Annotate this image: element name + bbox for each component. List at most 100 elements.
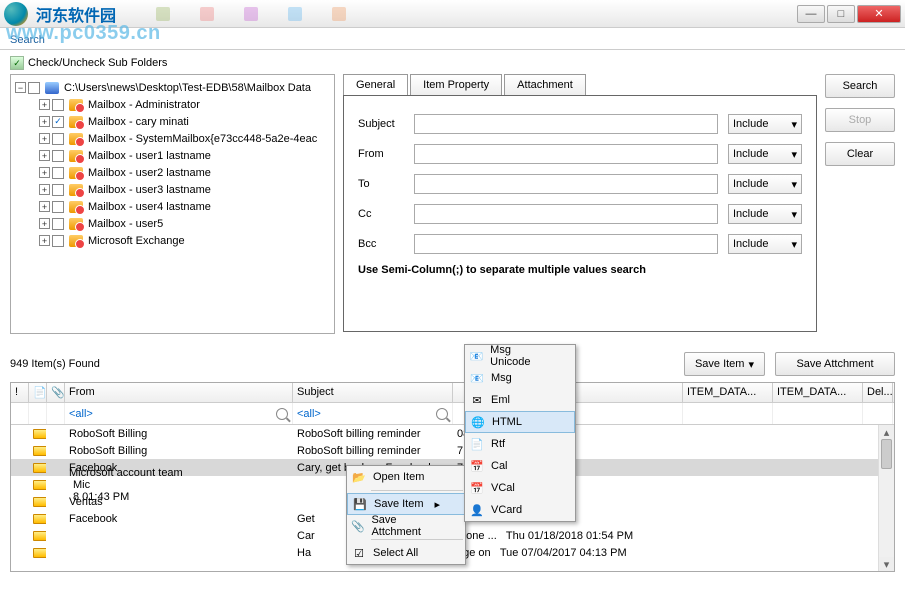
expand-icon[interactable]: +: [39, 218, 50, 229]
tree-checkbox[interactable]: [52, 150, 64, 162]
format-submenu: 📧Msg Unicode📧Msg✉Eml🌐HTML📄Rtf📅Cal📅VCal👤V…: [464, 344, 576, 522]
tree-checkbox[interactable]: [52, 218, 64, 230]
filter-subject[interactable]: <all>: [293, 403, 453, 424]
col-itemdata2[interactable]: ITEM_DATA...: [773, 383, 863, 402]
input-cc[interactable]: [414, 204, 718, 224]
table-row[interactable]: RoboSoft Billing RoboSoft billing remind…: [11, 425, 894, 442]
tree-item[interactable]: + Mailbox - user4 lastname: [13, 198, 332, 215]
ctx-save-item[interactable]: 💾Save Item▸: [347, 493, 465, 515]
format-icon: 📧: [469, 348, 484, 364]
label-subject: Subject: [358, 118, 414, 130]
mail-icon: [33, 446, 47, 456]
format-icon: 👤: [469, 502, 485, 518]
expand-icon[interactable]: +: [39, 184, 50, 195]
fmt-eml[interactable]: ✉Eml: [465, 389, 575, 411]
scroll-down-icon[interactable]: ▾: [879, 557, 894, 571]
table-row[interactable]: RoboSoft Billing RoboSoft billing remind…: [11, 442, 894, 459]
expand-icon[interactable]: +: [39, 167, 50, 178]
logo-icon: [4, 2, 28, 26]
grid-scrollbar[interactable]: ▴ ▾: [878, 425, 894, 571]
expand-icon[interactable]: +: [39, 116, 50, 127]
expand-icon[interactable]: +: [39, 133, 50, 144]
save-item-button[interactable]: Save Item▾: [684, 352, 765, 376]
format-icon: 📅: [469, 458, 485, 474]
mail-icon: [33, 548, 47, 558]
tree-checkbox[interactable]: [52, 133, 64, 145]
label-cc: Cc: [358, 208, 414, 220]
tree-checkbox[interactable]: [28, 82, 40, 94]
col-itemdata1[interactable]: ITEM_DATA...: [683, 383, 773, 402]
tree-item[interactable]: + Mailbox - Administrator: [13, 96, 332, 113]
tree-checkbox[interactable]: ✓: [52, 116, 64, 128]
stop-button[interactable]: Stop: [825, 108, 895, 132]
tree-checkbox[interactable]: [52, 99, 64, 111]
cell-subject: RoboSoft billing reminder: [293, 445, 453, 457]
tree-root[interactable]: − C:\Users\news\Desktop\Test-EDB\58\Mail…: [13, 79, 332, 96]
tree-root-label: C:\Users\news\Desktop\Test-EDB\58\Mailbo…: [64, 82, 311, 94]
minimize-button[interactable]: —: [797, 5, 825, 23]
check-subfolders-row[interactable]: ✓ Check/Uncheck Sub Folders: [0, 50, 905, 74]
tree-item[interactable]: + Mailbox - user1 lastname: [13, 147, 332, 164]
fmt-vcal[interactable]: 📅VCal: [465, 477, 575, 499]
chevron-down-icon: ▾: [791, 148, 797, 161]
fmt-html[interactable]: 🌐HTML: [465, 411, 575, 433]
tree-item-label: Mailbox - user1 lastname: [88, 150, 211, 162]
ctx-open-item[interactable]: 📂Open Item: [347, 466, 465, 488]
tab-item-property[interactable]: Item Property: [410, 74, 502, 95]
expand-icon[interactable]: +: [39, 201, 50, 212]
collapse-icon[interactable]: −: [15, 82, 26, 93]
expand-icon[interactable]: +: [39, 235, 50, 246]
expand-icon[interactable]: +: [39, 99, 50, 110]
close-button[interactable]: ✕: [857, 5, 901, 23]
tab-search[interactable]: Search: [2, 31, 53, 49]
clear-button[interactable]: Clear: [825, 142, 895, 166]
subject-include-drop[interactable]: Include▾: [728, 114, 802, 134]
ctx-select-all[interactable]: ☑Select All: [347, 542, 465, 564]
to-include-drop[interactable]: Include▾: [728, 174, 802, 194]
tree-item[interactable]: + Mailbox - user5: [13, 215, 332, 232]
from-include-drop[interactable]: Include▾: [728, 144, 802, 164]
ctx-save-attachment[interactable]: 📎Save Attchment: [347, 515, 465, 537]
cc-include-drop[interactable]: Include▾: [728, 204, 802, 224]
scroll-up-icon[interactable]: ▴: [879, 425, 894, 439]
format-icon: 📧: [469, 370, 485, 386]
col-flag[interactable]: !: [11, 383, 29, 402]
fmt-cal[interactable]: 📅Cal: [465, 455, 575, 477]
search-button[interactable]: Search: [825, 74, 895, 98]
expand-icon[interactable]: +: [39, 150, 50, 161]
fmt-vcard[interactable]: 👤VCard: [465, 499, 575, 521]
tree-checkbox[interactable]: [52, 184, 64, 196]
input-subject[interactable]: [414, 114, 718, 134]
tree-item[interactable]: + ✓ Mailbox - cary minati: [13, 113, 332, 130]
col-read[interactable]: 📄: [29, 383, 47, 402]
tab-attachment[interactable]: Attachment: [504, 74, 586, 95]
input-from[interactable]: [414, 144, 718, 164]
input-bcc[interactable]: [414, 234, 718, 254]
tree-item[interactable]: + Microsoft Exchange: [13, 232, 332, 249]
col-del[interactable]: Del...: [863, 383, 893, 402]
col-attach[interactable]: 📎: [47, 383, 65, 402]
cell-received: n one ... Thu 01/18/2018 01:54 PM: [453, 530, 683, 542]
tab-general[interactable]: General: [343, 74, 408, 95]
scroll-thumb[interactable]: [881, 439, 892, 469]
input-to[interactable]: [414, 174, 718, 194]
col-subject[interactable]: Subject: [293, 383, 453, 402]
fmt-msg-unicode[interactable]: 📧Msg Unicode: [465, 345, 575, 367]
format-icon: 📅: [469, 480, 485, 496]
tree-item[interactable]: + Mailbox - user3 lastname: [13, 181, 332, 198]
bcc-include-drop[interactable]: Include▾: [728, 234, 802, 254]
tree-checkbox[interactable]: [52, 167, 64, 179]
fmt-msg[interactable]: 📧Msg: [465, 367, 575, 389]
tree-checkbox[interactable]: [52, 201, 64, 213]
fmt-rtf[interactable]: 📄Rtf: [465, 433, 575, 455]
col-from[interactable]: From: [65, 383, 293, 402]
save-attachment-button[interactable]: Save Attchment: [775, 352, 895, 376]
select-all-icon: ☑: [351, 545, 367, 561]
maximize-button[interactable]: □: [827, 5, 855, 23]
tree-item[interactable]: + Mailbox - SystemMailbox{e73cc448-5a2e-…: [13, 130, 332, 147]
tree-item[interactable]: + Mailbox - user2 lastname: [13, 164, 332, 181]
folder-tree[interactable]: − C:\Users\news\Desktop\Test-EDB\58\Mail…: [10, 74, 335, 334]
filter-from[interactable]: <all>: [65, 403, 293, 424]
tree-checkbox[interactable]: [52, 235, 64, 247]
label-bcc: Bcc: [358, 238, 414, 250]
